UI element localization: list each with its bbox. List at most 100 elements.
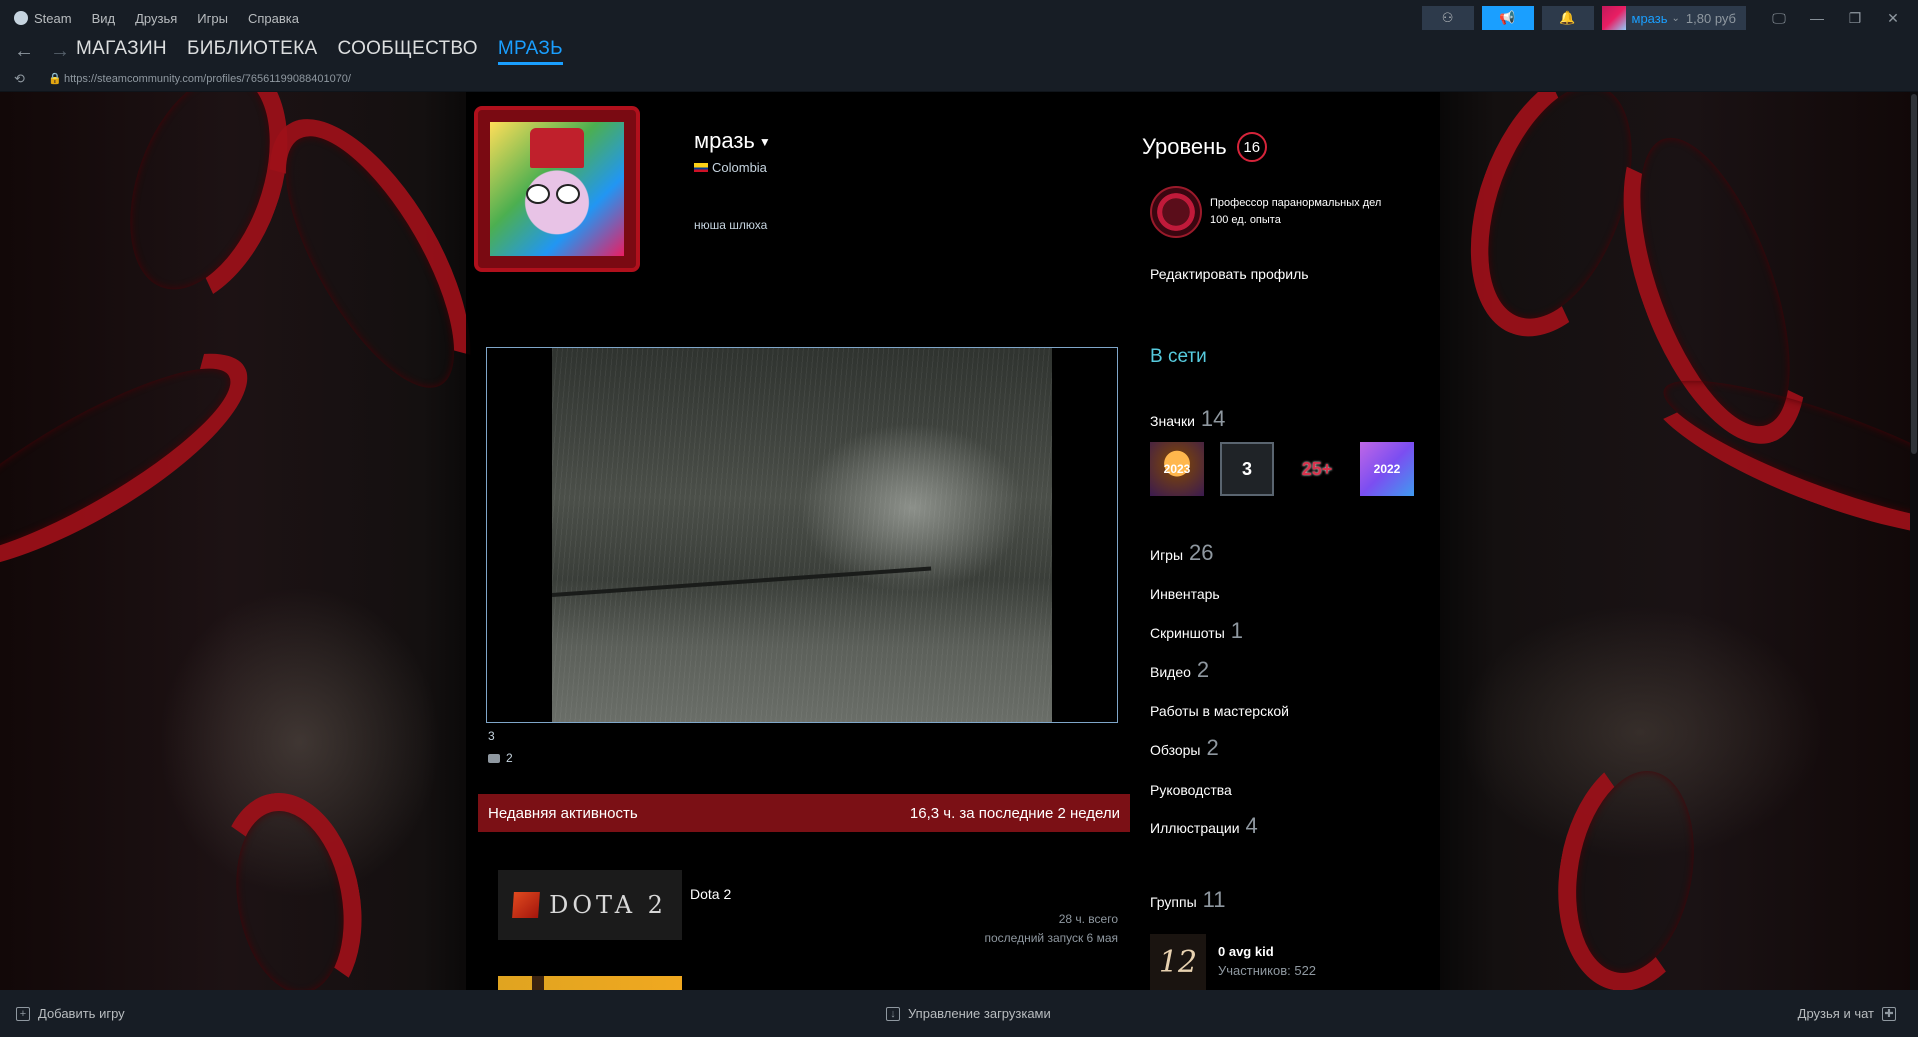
megaphone-icon: 📢 bbox=[1499, 10, 1516, 25]
monitor-icon[interactable]: 🖵 bbox=[1760, 10, 1798, 27]
group-name[interactable]: 0 avg kid bbox=[1218, 944, 1316, 959]
refresh-icon[interactable]: ⟲ bbox=[14, 71, 36, 87]
showcase-comments[interactable]: 2 bbox=[488, 751, 513, 765]
bottom-bar: + Добавить игру ↓ Управление загрузками Др… bbox=[0, 990, 1918, 1037]
back-arrow-icon[interactable]: ← bbox=[14, 40, 34, 63]
profile-avatar[interactable] bbox=[490, 122, 624, 256]
tentacle-decoration bbox=[1540, 740, 1730, 990]
badge-steam-2022[interactable]: 2022 bbox=[1360, 442, 1414, 496]
friends-chat-button[interactable]: Друзья и чат ✚ bbox=[1798, 1006, 1896, 1021]
top-menu: Steam Вид Друзья Игры Справка bbox=[0, 11, 319, 26]
stat-workshop[interactable]: Работы в мастерской bbox=[1150, 703, 1289, 721]
activity-summary: 16,3 ч. за последние 2 недели bbox=[909, 804, 1120, 822]
stat-games[interactable]: Игры 26 bbox=[1150, 540, 1214, 566]
close-icon[interactable]: ✕ bbox=[1874, 10, 1912, 27]
dota-logo-icon bbox=[512, 892, 540, 918]
comment-icon bbox=[488, 753, 500, 763]
stat-videos[interactable]: Видео 2 bbox=[1150, 657, 1209, 683]
favorite-badge-name: Профессор паранормальных дел bbox=[1210, 197, 1382, 209]
activity-title[interactable]: Недавняя активность bbox=[488, 805, 638, 822]
colombia-flag-icon bbox=[694, 163, 708, 172]
url-bar: ⟲ 🔒 https://steamcommunity.com/profiles/… bbox=[0, 66, 1918, 92]
profile-level: Уровень 16 bbox=[1142, 132, 1267, 162]
page-scrollbar[interactable] bbox=[1910, 92, 1918, 990]
tab-community[interactable]: СООБЩЕСТВО bbox=[337, 38, 477, 65]
group-item[interactable]: 12 0 avg kid Участников: 522 bbox=[1150, 934, 1316, 990]
maximize-icon[interactable]: ❐ bbox=[1836, 10, 1874, 27]
downloads-button[interactable]: ↓ Управление загрузками bbox=[886, 1006, 1051, 1021]
download-icon: ↓ bbox=[886, 1006, 900, 1021]
profile-page: мразь ▼ Colombia нюша шлюха 3 2 Недавняя … bbox=[466, 92, 1440, 990]
forward-arrow-icon[interactable]: → bbox=[50, 40, 70, 63]
tab-profile[interactable]: МРАЗЬ bbox=[497, 38, 563, 65]
wallet-balance: 1,80 руб bbox=[1685, 10, 1736, 26]
profile-background: мразь ▼ Colombia нюша шлюха 3 2 Недавняя … bbox=[0, 92, 1918, 990]
title-bar-right: ⚇ 📢 🔔 мразь ⌄ 1,80 руб 🖵 — ❐ ✕ bbox=[1421, 6, 1918, 30]
artwork-showcase[interactable] bbox=[486, 347, 1118, 723]
announcements-button[interactable]: 📢 bbox=[1481, 6, 1534, 30]
badge-games-owned[interactable]: 25+ bbox=[1290, 442, 1344, 496]
menu-view[interactable]: Вид bbox=[92, 11, 116, 26]
chevron-down-icon: ⌄ bbox=[1671, 12, 1680, 24]
scrollbar-thumb[interactable] bbox=[1911, 94, 1917, 454]
steam-menu[interactable]: Steam bbox=[14, 11, 72, 26]
nav-tabs: МАГАЗИН БИБЛИОТЕКА СООБЩЕСТВО МРАЗЬ bbox=[76, 38, 563, 65]
game-name[interactable]: Dota 2 bbox=[690, 886, 731, 902]
group-members: Участников: 522 bbox=[1218, 963, 1317, 978]
avatar-hat bbox=[530, 128, 584, 168]
bell-icon: 🔔 bbox=[1559, 10, 1576, 25]
game-capsule[interactable]: DOTA 2 bbox=[498, 870, 682, 940]
stat-artwork[interactable]: Иллюстрации 4 bbox=[1150, 813, 1258, 839]
avatar bbox=[1601, 6, 1626, 30]
level-badge[interactable]: 16 bbox=[1236, 132, 1267, 162]
badges-header[interactable]: Значки 14 bbox=[1150, 406, 1225, 432]
profile-avatar-frame bbox=[474, 106, 640, 272]
tab-store[interactable]: МАГАЗИН bbox=[76, 38, 167, 65]
add-game-button[interactable]: + Добавить игру bbox=[16, 1006, 125, 1021]
badge-icon bbox=[1150, 186, 1202, 238]
window-controls: 🖵 — ❐ ✕ bbox=[1760, 10, 1912, 27]
menu-friends[interactable]: Друзья bbox=[135, 11, 177, 26]
recent-activity-header: Недавняя активность 16,3 ч. за последние… bbox=[478, 794, 1130, 832]
minimize-icon[interactable]: — bbox=[1798, 10, 1836, 27]
stat-inventory[interactable]: Инвентарь bbox=[1150, 586, 1220, 604]
tab-library[interactable]: БИБЛИОТЕКА bbox=[187, 38, 318, 65]
profile-summary: нюша шлюха bbox=[694, 218, 768, 232]
online-status: В сети bbox=[1150, 346, 1207, 367]
game-figure bbox=[532, 976, 544, 990]
lock-icon: 🔒 bbox=[48, 73, 62, 85]
group-avatar: 12 bbox=[1150, 934, 1206, 990]
profile-country: Colombia bbox=[694, 160, 767, 175]
menu-help[interactable]: Справка bbox=[248, 11, 299, 26]
stat-reviews[interactable]: Обзоры 2 bbox=[1150, 735, 1219, 761]
title-bar: Steam Вид Друзья Игры Справка ⚇ 📢 🔔 мраз… bbox=[0, 0, 1918, 36]
favorite-badge-xp: 100 ед. опыта bbox=[1210, 214, 1281, 226]
profile-name[interactable]: мразь ▼ bbox=[694, 128, 771, 154]
badge-steam-2023[interactable]: 2023 bbox=[1150, 442, 1204, 496]
plus-icon: + bbox=[16, 1006, 30, 1021]
showcase-image[interactable] bbox=[552, 348, 1052, 722]
big-picture-button[interactable]: ⚇ bbox=[1421, 6, 1474, 30]
stat-guides[interactable]: Руководства bbox=[1150, 782, 1232, 800]
account-menu[interactable]: мразь ⌄ 1,80 руб bbox=[1601, 6, 1746, 30]
account-name: мразь bbox=[1631, 10, 1668, 26]
nav-bar: ← → МАГАЗИН БИБЛИОТЕКА СООБЩЕСТВО МРАЗЬ bbox=[0, 36, 1918, 66]
badge-years-of-service[interactable]: 3 bbox=[1220, 442, 1274, 496]
edit-profile-button[interactable]: Редактировать профиль bbox=[1150, 266, 1309, 282]
notifications-button[interactable]: 🔔 bbox=[1541, 6, 1594, 30]
people-icon: ⚇ bbox=[1441, 10, 1454, 25]
game-capsule[interactable] bbox=[498, 976, 682, 990]
groups-header[interactable]: Группы 11 bbox=[1150, 887, 1226, 913]
badges-list: 2023 3 25+ 2022 bbox=[1150, 442, 1414, 496]
avatar-eyes bbox=[526, 184, 586, 204]
showcase-caption: 3 bbox=[488, 729, 495, 743]
tentacle-decoration bbox=[201, 781, 379, 990]
chat-icon: ✚ bbox=[1882, 1006, 1896, 1021]
menu-games[interactable]: Игры bbox=[197, 11, 228, 26]
stat-screenshots[interactable]: Скриншоты 1 bbox=[1150, 618, 1243, 644]
caret-down-icon[interactable]: ▼ bbox=[759, 135, 771, 149]
url-text[interactable]: https://steamcommunity.com/profiles/7656… bbox=[64, 73, 351, 85]
steam-logo-icon bbox=[14, 11, 28, 25]
activity-game: DOTA 2 Dota 2 28 ч. всего последний запу… bbox=[498, 870, 1118, 945]
favorite-badge[interactable]: Профессор паранормальных дел 100 ед. опы… bbox=[1150, 186, 1381, 238]
